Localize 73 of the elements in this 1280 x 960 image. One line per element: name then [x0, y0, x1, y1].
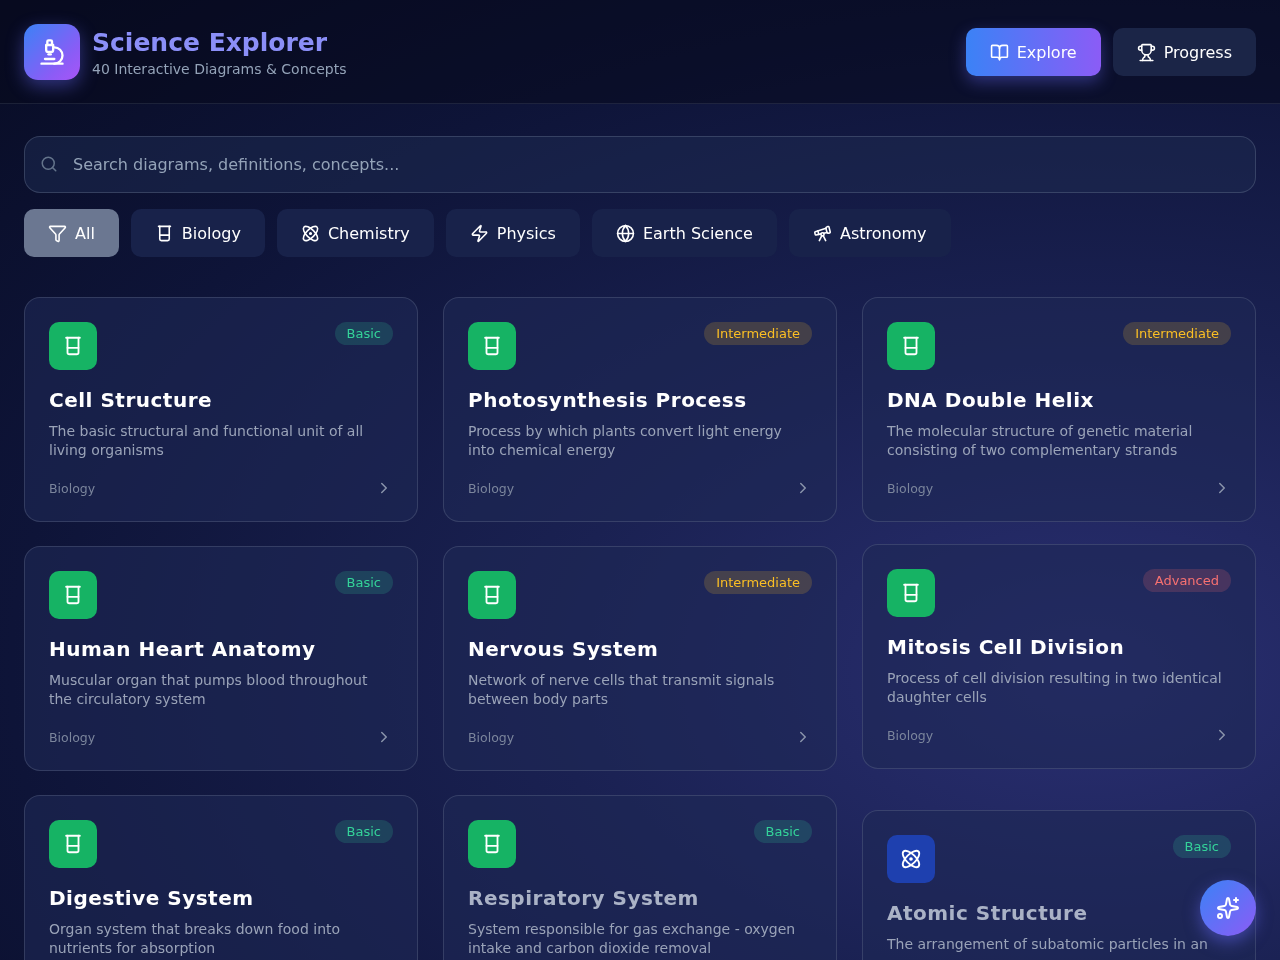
concept-card[interactable]: Basic Cell Structure The basic structural and functional unit of all living organisms Biology	[24, 297, 418, 522]
card-title: DNA Double Helix	[887, 388, 1094, 412]
beaker-icon	[468, 322, 516, 370]
card-title: Digestive System	[49, 886, 254, 910]
category-label: Biology	[468, 480, 515, 496]
concept-card[interactable]: Intermediate Nervous System Network of nerve cells that transmit signals between body parts Biology	[443, 546, 837, 771]
beaker-icon	[887, 322, 935, 370]
beaker-icon	[887, 569, 935, 617]
search-field[interactable]: Search diagrams, definitions, concepts...	[24, 136, 1256, 193]
difficulty-badge: Basic	[334, 322, 393, 345]
concept-card[interactable]: Basic Atomic Structure The arrangement of subatomic particles in an	[862, 810, 1256, 960]
concept-card[interactable]: Basic Respiratory System System responsible for gas exchange - oxygen intake and carbon dioxide removal	[443, 795, 837, 960]
card-description: Process of cell division resulting in two identical daughter cells	[887, 669, 1223, 707]
category-label: Biology	[887, 480, 934, 496]
trophy-icon	[1136, 42, 1156, 62]
book-icon	[989, 42, 1009, 62]
card-description: The basic structural and functional unit of all living organisms	[49, 422, 365, 460]
nav-button[interactable]: Explore	[965, 28, 1101, 76]
card-title: Mitosis Cell Division	[887, 635, 1125, 659]
filter-tab[interactable]: All	[24, 209, 119, 257]
concept-card[interactable]: Intermediate Photosynthesis Process Process by which plants convert light energy into chemical energy Biology	[443, 297, 837, 522]
concept-card[interactable]: Advanced Mitosis Cell Division Process of cell division resulting in two identical daughter cells Biology	[862, 544, 1256, 769]
globe-icon	[615, 223, 635, 243]
telescope-icon	[812, 223, 832, 243]
card-title: Photosynthesis Process	[468, 388, 747, 412]
filter-tab[interactable]: Astronomy	[788, 209, 951, 257]
concept-card[interactable]: Basic Human Heart Anatomy Muscular organ that pumps blood throughout the circulatory system Biology	[24, 546, 418, 771]
microscope-logo	[24, 24, 80, 80]
app-subtitle: 40 Interactive Diagrams & Concepts	[92, 60, 347, 77]
difficulty-badge: Intermediate	[704, 322, 812, 345]
nav-button[interactable]: Progress	[1112, 28, 1256, 76]
search-icon	[40, 155, 58, 173]
beaker-icon	[468, 820, 516, 868]
card-description: Muscular organ that pumps blood throughout the circulatory system	[49, 671, 369, 709]
atom-icon	[300, 223, 320, 243]
lightning-icon	[469, 223, 489, 243]
filter-icon	[48, 223, 67, 243]
card-description: Network of nerve cells that transmit signals between body parts	[468, 671, 776, 709]
filter-tab[interactable]: Chemistry	[276, 209, 434, 257]
card-description: Process by which plants convert light energy into chemical energy	[468, 422, 783, 460]
category-label: Biology	[468, 729, 515, 745]
beaker-icon	[49, 820, 97, 868]
atom-icon	[887, 835, 935, 883]
category-label: Biology	[49, 729, 96, 745]
concept-card[interactable]: Intermediate DNA Double Helix The molecular structure of genetic material consisting of two complementary strands Biology	[862, 297, 1256, 522]
sparkle-icon	[1216, 896, 1240, 920]
app-title: Science Explorer	[92, 27, 329, 57]
card-title: Atomic Structure	[887, 901, 1088, 925]
card-description: The arrangement of subatomic particles in an	[887, 935, 1209, 954]
difficulty-badge: Intermediate	[1123, 322, 1231, 345]
beaker-icon	[468, 571, 516, 619]
difficulty-badge: Basic	[334, 820, 393, 843]
difficulty-badge: Intermediate	[704, 571, 812, 594]
difficulty-badge: Basic	[334, 571, 393, 594]
category-label: Biology	[887, 727, 934, 743]
filter-tab[interactable]: Earth Science	[591, 209, 777, 257]
card-description: Organ system that breaks down food into nutrients for absorption	[49, 920, 342, 958]
sparkle-button[interactable]	[1200, 880, 1256, 936]
filter-tab[interactable]: Physics	[445, 209, 580, 257]
beaker-icon	[49, 322, 97, 370]
card-title: Human Heart Anatomy	[49, 637, 316, 661]
card-title: Cell Structure	[49, 388, 213, 412]
filter-tab[interactable]: Biology	[130, 209, 265, 257]
difficulty-badge: Basic	[753, 820, 812, 843]
card-title: Respiratory System	[468, 886, 699, 910]
card-title: Nervous System	[468, 637, 659, 661]
card-description: The molecular structure of genetic material consisting of two complementary strands	[887, 422, 1194, 460]
difficulty-badge: Basic	[1172, 835, 1231, 858]
card-description: System responsible for gas exchange - oxygen intake and carbon dioxide removal	[468, 920, 797, 958]
concept-card[interactable]: Basic Digestive System Organ system that breaks down food into nutrients for absorption	[24, 795, 418, 960]
category-label: Biology	[49, 480, 96, 496]
beaker-icon	[49, 571, 97, 619]
difficulty-badge: Advanced	[1142, 569, 1231, 592]
